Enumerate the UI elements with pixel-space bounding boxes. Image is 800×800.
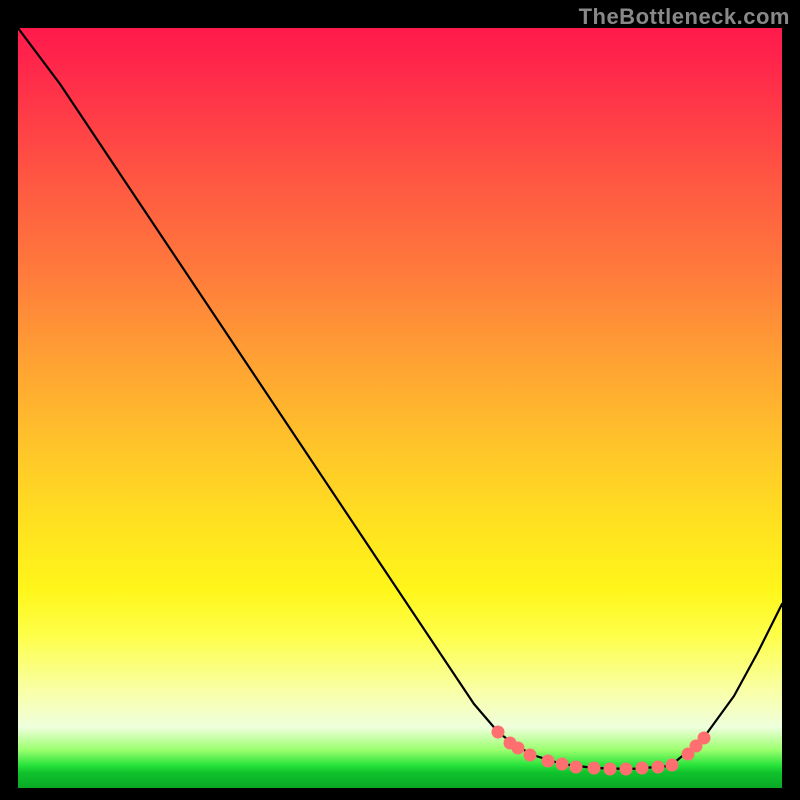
data-point-15 [698,732,711,745]
data-point-10 [636,762,649,775]
data-point-5 [556,758,569,771]
data-point-9 [620,763,633,776]
data-point-0 [492,726,505,739]
watermark-text: TheBottleneck.com [579,4,790,30]
data-point-11 [652,761,665,774]
data-point-3 [524,749,537,762]
plot-area [18,28,782,788]
data-point-2 [512,742,525,755]
data-point-6 [570,761,583,774]
chart-frame: TheBottleneck.com [0,0,800,800]
curve-layer [18,28,782,788]
bottleneck-curve [18,28,782,769]
data-point-7 [588,762,601,775]
data-point-8 [604,763,617,776]
data-point-12 [666,759,679,772]
data-point-4 [542,755,555,768]
